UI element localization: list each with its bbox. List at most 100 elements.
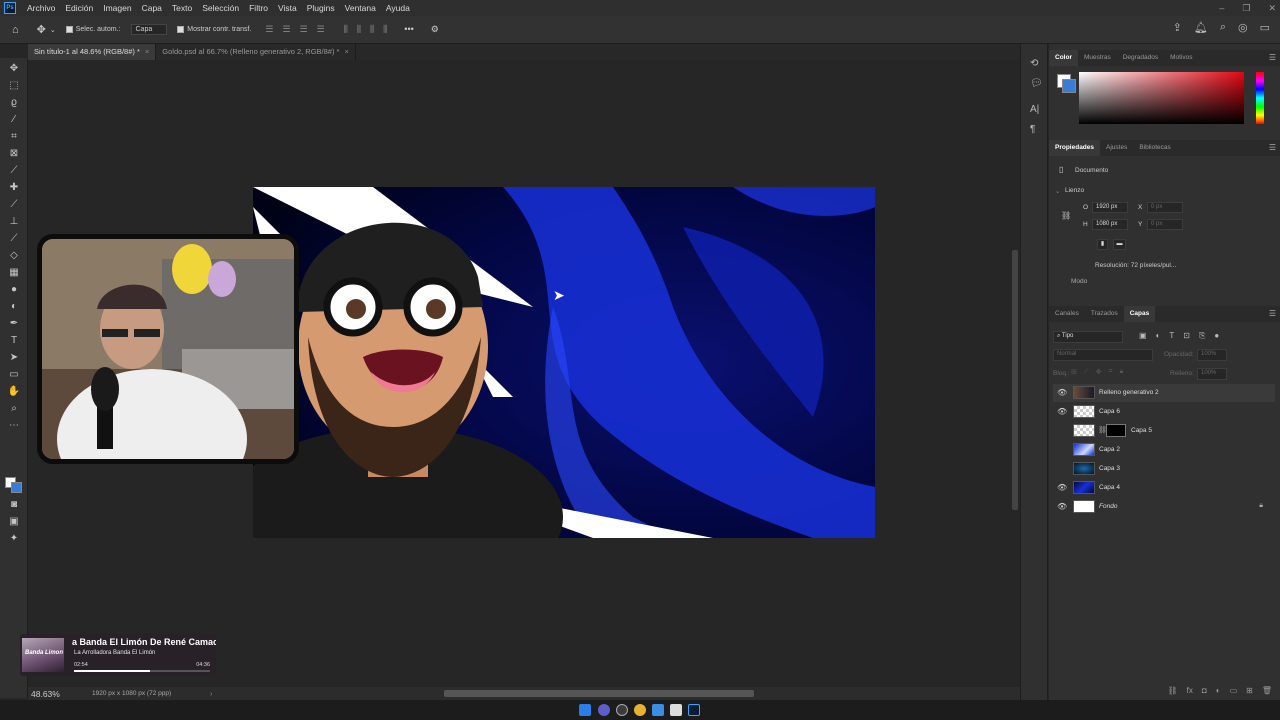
obs-icon[interactable] <box>616 704 628 716</box>
tab-properties[interactable]: Propiedades <box>1049 140 1101 156</box>
eraser-tool-icon[interactable]: ◇ <box>6 249 22 263</box>
close-icon[interactable]: ✕ <box>1268 3 1276 14</box>
panel-menu-icon[interactable]: ☰ <box>1269 53 1276 62</box>
filter-toggle-icon[interactable]: ● <box>1214 331 1219 341</box>
hue-slider[interactable] <box>1256 72 1264 124</box>
move-tool-icon[interactable]: ✥ <box>6 62 22 76</box>
delete-layer-icon[interactable]: 🗑︎ <box>1262 686 1272 695</box>
bell-icon[interactable]: 🔔︎ <box>1194 21 1208 34</box>
brush-tool-icon[interactable]: ⟋ <box>6 198 22 212</box>
eyedropper-icon[interactable]: ⟋ <box>6 164 22 178</box>
align-vcenter-icon[interactable]: ⫼ <box>344 24 348 35</box>
gear-icon[interactable]: ⚙ <box>431 24 439 35</box>
tab-channels[interactable]: Canales <box>1049 306 1085 322</box>
menu-archivo[interactable]: Archivo <box>22 3 60 13</box>
eye-icon[interactable]: 👁︎ <box>1057 388 1067 397</box>
align-middle-icon[interactable]: ⫼ <box>357 24 361 35</box>
tab-patterns[interactable]: Motivos <box>1164 50 1198 66</box>
tab-document-1[interactable]: Sin título-1 al 48.6% (RGB/8#) * × <box>28 44 157 60</box>
layer-row[interactable]: Capa 3 <box>1053 460 1275 478</box>
more-icon[interactable]: ••• <box>404 24 413 35</box>
horizontal-scrollbar[interactable] <box>444 690 754 697</box>
notepad-icon[interactable] <box>670 704 682 716</box>
menu-ventana[interactable]: Ventana <box>340 3 381 13</box>
auto-select-checkbox[interactable]: Selec. autom.: <box>65 26 121 33</box>
x-field[interactable]: 0 px <box>1147 202 1183 213</box>
gradient-tool-icon[interactable]: ▦ <box>6 266 22 280</box>
pen-tool-icon[interactable]: ✒ <box>6 317 22 331</box>
layer-mask-thumbnail[interactable] <box>1106 424 1126 437</box>
magic-wand-icon[interactable]: ⁄ <box>6 113 22 127</box>
hand-tool-icon[interactable]: ✋ <box>6 385 22 399</box>
comments-icon[interactable]: 💬︎ <box>1030 78 1043 89</box>
tab-libraries[interactable]: Bibliotecas <box>1133 140 1176 156</box>
move-tool-icon[interactable]: ✥ <box>37 23 46 36</box>
background-swatch[interactable] <box>1062 79 1076 93</box>
track-progress-bar[interactable] <box>74 670 210 672</box>
landscape-icon[interactable]: ▬ <box>1113 239 1126 250</box>
more-tools-icon[interactable]: ⋯ <box>6 419 22 433</box>
new-layer-icon[interactable]: ⊞ <box>1246 686 1253 695</box>
menu-imagen[interactable]: Imagen <box>98 3 136 13</box>
menu-vista[interactable]: Vista <box>273 3 302 13</box>
tab-paths[interactable]: Trazados <box>1085 306 1124 322</box>
lock-pixels-icon[interactable]: ⊞ <box>1071 368 1077 376</box>
vertical-scrollbar[interactable] <box>1012 250 1018 510</box>
blend-mode-dropdown[interactable]: Normal <box>1053 349 1153 361</box>
history-icon[interactable]: ⟲ <box>1030 58 1038 69</box>
eye-icon[interactable]: 👁︎ <box>1057 502 1067 511</box>
marquee-tool-icon[interactable]: ⬚ <box>6 79 22 93</box>
align-center-icon[interactable]: ☰ <box>283 24 291 35</box>
character-icon[interactable]: A| <box>1030 104 1039 115</box>
discord-icon[interactable] <box>598 704 610 716</box>
layer-row[interactable]: 👁︎ Capa 6 <box>1053 403 1275 421</box>
search-icon[interactable]: ⌕ <box>1220 21 1226 34</box>
layer-row[interactable]: ⛓ Capa 5 <box>1053 422 1275 440</box>
menu-plugins[interactable]: Plugins <box>302 3 340 13</box>
rectangle-tool-icon[interactable]: ▭ <box>6 368 22 382</box>
distribute-icon[interactable]: ⫼ <box>383 24 387 35</box>
history-brush-icon[interactable]: ⟋ <box>6 232 22 246</box>
lock-artboard-icon[interactable]: ⌗ <box>1109 368 1113 376</box>
tab-layers[interactable]: Capas <box>1123 306 1156 322</box>
tab-document-2[interactable]: Goldo.psd al 66.7% (Relleno generativo 2… <box>156 44 356 60</box>
width-field[interactable]: 1920 px <box>1092 202 1128 213</box>
align-top-icon[interactable]: ☰ <box>317 24 325 35</box>
close-icon[interactable]: × <box>145 47 149 56</box>
lock-brush-icon[interactable]: ⟋ <box>1084 368 1089 376</box>
chrome-icon[interactable] <box>634 704 646 716</box>
discover-icon[interactable]: ◎ <box>1238 21 1248 34</box>
healing-brush-icon[interactable]: ✚ <box>6 181 22 195</box>
adjustment-layer-icon[interactable]: ◐ <box>1216 686 1221 695</box>
auto-select-dropdown[interactable]: Capa <box>130 24 168 35</box>
opacity-field[interactable]: 100% <box>1197 349 1227 361</box>
layer-row[interactable]: 👁︎ Fondo 🔒︎ <box>1053 498 1275 516</box>
maximize-icon[interactable]: ❐ <box>1242 3 1250 14</box>
close-icon[interactable]: × <box>344 47 348 56</box>
type-tool-icon[interactable]: T <box>6 334 22 348</box>
align-right-icon[interactable]: ☰ <box>300 24 308 35</box>
path-select-icon[interactable]: ➤ <box>6 351 22 365</box>
screen-mode-icon[interactable]: ▣ <box>6 515 22 529</box>
menu-texto[interactable]: Texto <box>167 3 197 13</box>
menu-capa[interactable]: Capa <box>137 3 167 13</box>
stamp-tool-icon[interactable]: ⊥ <box>6 215 22 229</box>
menu-edicion[interactable]: Edición <box>60 3 98 13</box>
align-left-icon[interactable]: ☰ <box>265 24 273 35</box>
add-mask-icon[interactable]: ◘ <box>1202 686 1207 695</box>
menu-filtro[interactable]: Filtro <box>244 3 273 13</box>
paragraph-icon[interactable]: ¶ <box>1030 124 1035 135</box>
link-layers-icon[interactable]: ⛓ <box>1168 686 1178 695</box>
layer-row[interactable]: Capa 2 <box>1053 441 1275 459</box>
zoom-tool-icon[interactable]: ⌕ <box>6 402 22 416</box>
minimize-icon[interactable]: – <box>1219 3 1224 13</box>
background-color-swatch[interactable] <box>11 482 22 493</box>
crop-tool-icon[interactable]: ⌗ <box>6 130 22 144</box>
shape-filter-icon[interactable]: ⊡ <box>1183 331 1190 341</box>
zoom-level[interactable]: 48.63% <box>31 689 60 699</box>
menu-seleccion[interactable]: Selección <box>197 3 244 13</box>
pixel-filter-icon[interactable]: ▣ <box>1139 331 1147 341</box>
tab-gradients[interactable]: Degradados <box>1117 50 1164 66</box>
layer-row[interactable]: 👁︎ Relleno generativo 2 <box>1053 384 1275 402</box>
panel-menu-icon[interactable]: ☰ <box>1269 143 1276 152</box>
